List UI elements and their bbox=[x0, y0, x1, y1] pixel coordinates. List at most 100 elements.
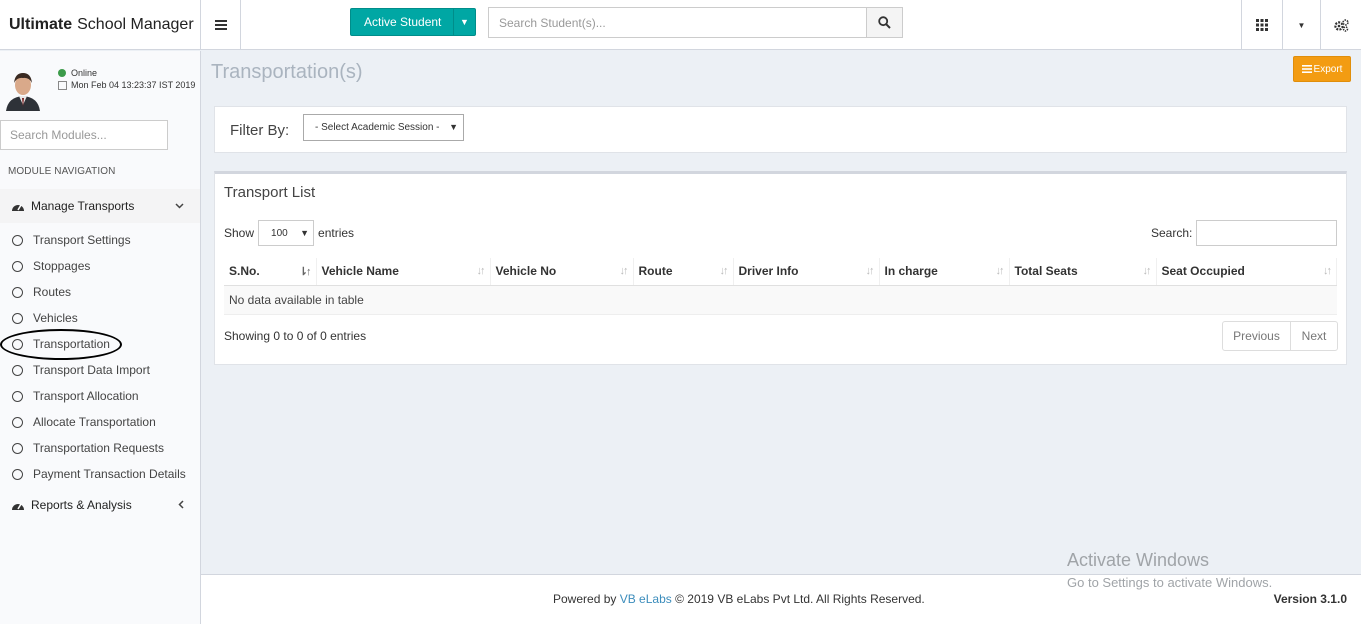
empty-table-message: No data available in table bbox=[224, 285, 1337, 315]
user-dropdown-button[interactable]: ▼ bbox=[1282, 0, 1320, 50]
entries-label: entries bbox=[318, 226, 355, 240]
column-header-in-charge[interactable]: In charge ↓↑ bbox=[879, 258, 1010, 286]
chevron-left-icon bbox=[178, 500, 184, 512]
sidebar: Online Mon Feb 04 13:23:37 IST 2019 MODU… bbox=[0, 51, 201, 624]
table-info-text: Showing 0 to 0 of 0 entries bbox=[224, 329, 367, 343]
column-label: Route bbox=[638, 264, 673, 279]
circle-icon bbox=[12, 442, 23, 454]
brand-bold: Ultimate bbox=[9, 16, 73, 33]
company-link[interactable]: VB eLabs bbox=[620, 592, 672, 606]
list-icon bbox=[1301, 65, 1312, 73]
caret-down-icon[interactable]: ▼ bbox=[453, 9, 475, 35]
sort-icon: ↓↑ bbox=[719, 265, 729, 277]
student-search-input[interactable] bbox=[488, 7, 867, 38]
export-button[interactable]: Export bbox=[1293, 56, 1351, 82]
sidebar-toggle-button[interactable] bbox=[201, 0, 241, 50]
menu-icon bbox=[214, 20, 227, 30]
active-student-button[interactable]: Active Student ▼ bbox=[350, 8, 476, 36]
sort-asc-icon: ⇂↑ bbox=[298, 266, 312, 278]
column-label: Driver Info bbox=[738, 264, 799, 279]
section-label: Reports & Analysis bbox=[31, 498, 132, 512]
export-label: Export bbox=[1313, 63, 1343, 75]
transport-table: S.No. ⇂↑ Vehicle Name ↓↑ Vehicle No ↓↑ Rout… bbox=[224, 258, 1337, 315]
filter-panel: Filter By: - Select Academic Session - ▼ bbox=[214, 106, 1347, 153]
filter-label: Filter By: bbox=[230, 122, 290, 139]
watermark-subtitle: Go to Settings to activate Windows. bbox=[1067, 575, 1273, 590]
column-label: Seat Occupied bbox=[1161, 264, 1245, 279]
column-label: Vehicle No bbox=[495, 264, 557, 279]
top-navbar: Ultimate School Manager Active Student ▼… bbox=[0, 0, 1361, 50]
dashboard-icon bbox=[12, 204, 24, 211]
sidebar-item-routes[interactable]: Routes bbox=[0, 279, 200, 305]
sidebar-item-label: Routes bbox=[33, 285, 72, 299]
sidebar-item-label: Allocate Transportation bbox=[33, 415, 156, 429]
brand-name: School Manager bbox=[77, 16, 194, 33]
circle-icon bbox=[12, 390, 23, 402]
windows-activation-watermark: Activate Windows Go to Settings to activ… bbox=[1067, 550, 1272, 590]
sidebar-item-payment-transaction-details[interactable]: Payment Transaction Details bbox=[0, 461, 200, 487]
sidebar-item-label: Transport Data Import bbox=[33, 363, 150, 377]
chevron-down-icon bbox=[175, 201, 184, 212]
settings-button[interactable] bbox=[1320, 0, 1361, 50]
page-length-select[interactable]: 100 ▼ bbox=[258, 220, 315, 246]
sidebar-item-transport-allocation[interactable]: Transport Allocation bbox=[0, 383, 200, 409]
transport-list-title: Transport List bbox=[224, 184, 316, 201]
circle-icon bbox=[12, 286, 23, 298]
previous-page-button[interactable]: Previous bbox=[1223, 322, 1291, 350]
column-header-driver-info[interactable]: Driver Info ↓↑ bbox=[733, 258, 880, 286]
active-student-label: Active Student bbox=[364, 15, 442, 29]
sidebar-item-label: Transportation Requests bbox=[33, 441, 164, 455]
column-label: Vehicle Name bbox=[321, 264, 399, 279]
column-label: Total Seats bbox=[1014, 264, 1078, 279]
circle-icon bbox=[12, 468, 23, 480]
column-header-sno[interactable]: S.No. ⇂↑ bbox=[224, 258, 317, 286]
sidebar-item-label: Payment Transaction Details bbox=[33, 467, 186, 481]
sidebar-item-transport-data-import[interactable]: Transport Data Import bbox=[0, 357, 200, 383]
caret-down-icon: ▼ bbox=[1297, 20, 1306, 30]
sort-icon: ↓↑ bbox=[1142, 265, 1152, 277]
current-datetime: Mon Feb 04 13:23:37 IST 2019 bbox=[58, 80, 195, 90]
sidebar-item-transport-settings[interactable]: Transport Settings bbox=[0, 227, 200, 253]
search-icon bbox=[878, 16, 891, 29]
circle-icon bbox=[12, 260, 23, 272]
gears-icon bbox=[1333, 18, 1349, 32]
academic-session-select[interactable]: - Select Academic Session - ▼ bbox=[303, 114, 464, 141]
caret-down-icon: ▼ bbox=[300, 228, 310, 238]
sidebar-item-transportation-requests[interactable]: Transportation Requests bbox=[0, 435, 200, 461]
sidebar-item-label: Transport Allocation bbox=[33, 389, 139, 403]
online-status: Online bbox=[58, 68, 97, 78]
sidebar-item-stoppages[interactable]: Stoppages bbox=[0, 253, 200, 279]
column-header-vehicle-name[interactable]: Vehicle Name ↓↑ bbox=[316, 258, 491, 286]
show-label: Show bbox=[224, 226, 255, 240]
next-page-button[interactable]: Next bbox=[1291, 322, 1337, 350]
sidebar-section-manage-transports[interactable]: Manage Transports bbox=[0, 189, 200, 223]
sort-icon: ↓↑ bbox=[476, 265, 486, 277]
sidebar-section-reports-analysis[interactable]: Reports & Analysis bbox=[0, 488, 200, 522]
table-header-row: S.No. ⇂↑ Vehicle Name ↓↑ Vehicle No ↓↑ Rout… bbox=[224, 258, 1337, 286]
module-search-input[interactable] bbox=[0, 120, 168, 150]
academic-session-value: - Select Academic Session - bbox=[315, 122, 440, 133]
powered-by-text: Powered by bbox=[553, 592, 617, 606]
sidebar-item-vehicles[interactable]: Vehicles bbox=[0, 305, 200, 331]
column-header-seat-occupied[interactable]: Seat Occupied ↓↑ bbox=[1156, 258, 1337, 286]
module-navigation-heading: MODULE NAVIGATION bbox=[8, 166, 116, 177]
column-header-route[interactable]: Route ↓↑ bbox=[633, 258, 734, 286]
user-avatar[interactable] bbox=[4, 69, 42, 111]
table-search-input[interactable] bbox=[1196, 220, 1337, 246]
app-logo[interactable]: Ultimate School Manager bbox=[0, 0, 201, 50]
circle-icon bbox=[12, 416, 23, 428]
apps-menu-button[interactable] bbox=[1241, 0, 1282, 50]
footer-credits: Powered by VB eLabs © 2019 VB eLabs Pvt … bbox=[553, 592, 925, 606]
dashboard-icon bbox=[12, 503, 24, 510]
circle-icon bbox=[12, 364, 23, 376]
page-length-value: 100 bbox=[271, 227, 288, 239]
copyright-text: © 2019 VB eLabs Pvt Ltd. All Rights Rese… bbox=[675, 592, 925, 606]
sidebar-item-label: Transport Settings bbox=[33, 233, 131, 247]
column-header-vehicle-no[interactable]: Vehicle No ↓↑ bbox=[490, 258, 634, 286]
student-search-button[interactable] bbox=[866, 7, 903, 38]
transport-list-panel: Transport List Show 100 ▼ entries Search… bbox=[214, 171, 1347, 365]
column-header-total-seats[interactable]: Total Seats ↓↑ bbox=[1009, 258, 1157, 286]
online-dot-icon bbox=[58, 69, 66, 77]
sidebar-item-allocate-transportation[interactable]: Allocate Transportation bbox=[0, 409, 200, 435]
datetime-text: Mon Feb 04 13:23:37 IST 2019 bbox=[71, 80, 196, 90]
